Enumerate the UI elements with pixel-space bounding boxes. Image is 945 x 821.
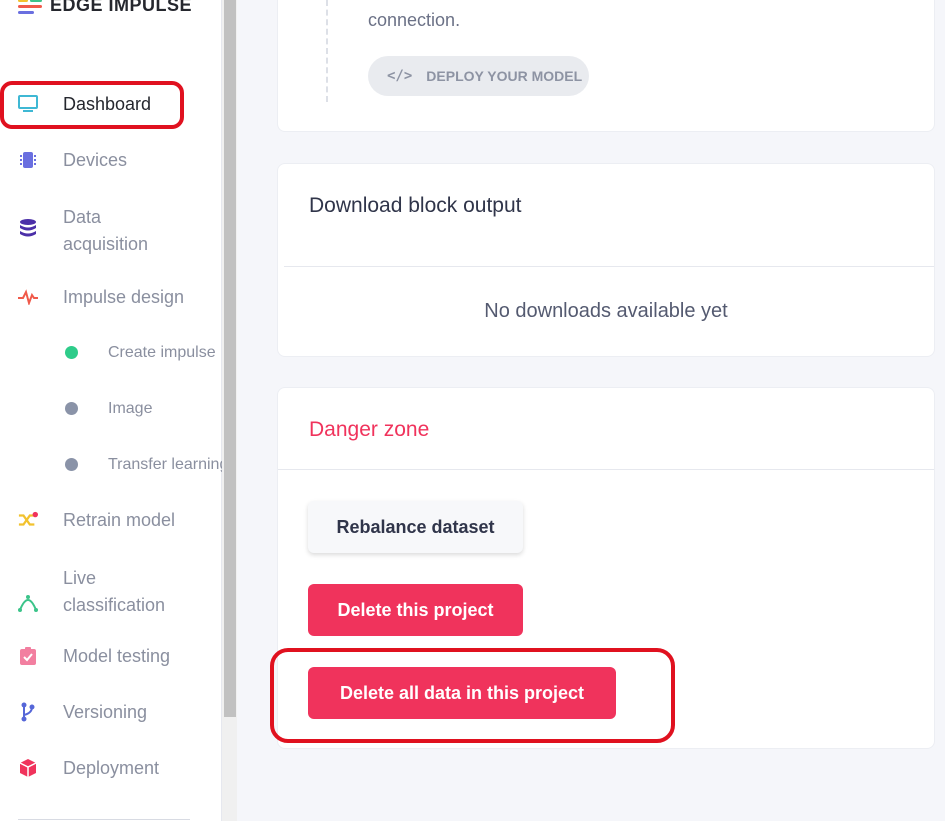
status-dot-icon (65, 402, 78, 415)
sidebar-item-versioning[interactable]: Versioning (18, 702, 147, 722)
rebalance-dataset-button[interactable]: Rebalance dataset (308, 501, 523, 553)
clipboard-check-icon (18, 646, 38, 666)
card-title: Download block output (309, 194, 522, 217)
shuffle-icon (18, 510, 38, 530)
status-dot-icon (65, 458, 78, 471)
sidebar-item-label: Devices (63, 149, 128, 170)
sidebar-item-label: Model testing (63, 645, 171, 666)
sidebar-subitem-create-impulse[interactable]: Create impulse (65, 344, 216, 361)
deploy-model-label: DEPLOY YOUR MODEL (426, 68, 583, 84)
brand-name: EDGE IMPULSE (50, 0, 193, 15)
sidebar-item-data-acquisition[interactable]: Data acquisition (18, 207, 148, 254)
status-dot-icon (65, 346, 78, 359)
cube-icon (18, 758, 38, 778)
sidebar-item-label: Live classification (63, 568, 166, 615)
sidebar-divider (18, 819, 190, 820)
sidebar-item-label: Impulse design (63, 286, 185, 307)
sidebar-subitem-label: Create impulse (108, 343, 216, 361)
sidebar-subitem-image[interactable]: Image (65, 400, 152, 417)
step-description: connection. (368, 10, 461, 30)
sidebar-subitem-transfer-learning[interactable]: Transfer learning (65, 456, 228, 473)
card-divider (278, 469, 934, 470)
annotation-highlight-delete-all-data (270, 648, 675, 743)
sidebar-subitem-label: Image (108, 399, 153, 417)
sidebar-item-model-testing[interactable]: Model testing (18, 646, 170, 666)
brand-logo[interactable]: EDGE IMPULSE (18, 0, 192, 16)
card-title: Danger zone (309, 418, 430, 441)
card-divider (284, 266, 934, 267)
bezier-icon (18, 593, 38, 613)
sidebar-item-impulse-design[interactable]: Impulse design (18, 287, 184, 307)
pulse-icon (18, 287, 38, 307)
edge-impulse-logo-icon (18, 0, 44, 14)
steps-timeline (326, 0, 328, 102)
sidebar-item-live-classification[interactable]: Live classification (18, 568, 165, 615)
code-icon: </> (387, 68, 413, 84)
delete-project-button[interactable]: Delete this project (308, 584, 523, 636)
sidebar-item-label: Data acquisition (63, 207, 149, 254)
sidebar-item-devices[interactable]: Devices (18, 150, 127, 170)
branch-icon (18, 702, 38, 722)
database-icon (18, 218, 38, 238)
sidebar-item-deployment[interactable]: Deployment (18, 758, 159, 778)
sidebar-subitem-label: Transfer learning (108, 455, 229, 473)
download-block-output-card: Download block output No downloads avail… (277, 163, 935, 357)
annotation-highlight-dashboard (0, 81, 184, 129)
sidebar-scrollbar-thumb[interactable] (224, 0, 236, 717)
deploy-model-button[interactable]: </> DEPLOY YOUR MODEL (368, 56, 589, 96)
sidebar-item-label: Versioning (63, 701, 148, 722)
empty-downloads-text: No downloads available yet (484, 300, 728, 322)
sidebar-item-label: Retrain model (63, 509, 176, 530)
sidebar-item-retrain-model[interactable]: Retrain model (18, 510, 175, 530)
sidebar-item-label: Deployment (63, 757, 160, 778)
chip-icon (18, 150, 38, 170)
